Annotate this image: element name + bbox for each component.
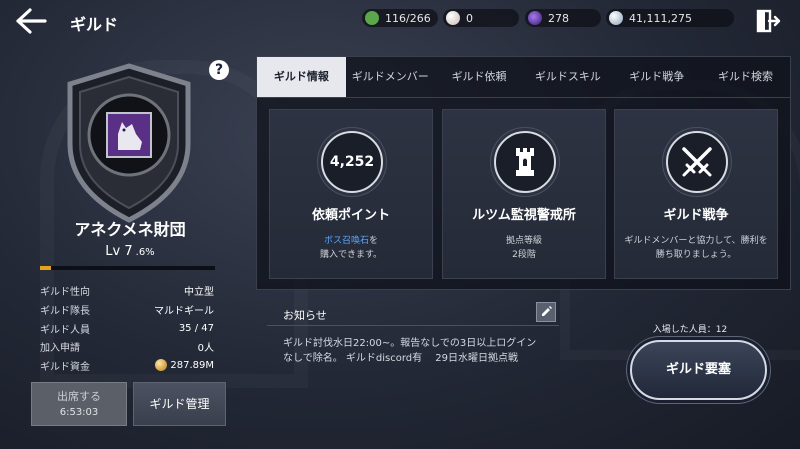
resource-dark-gem: 278 <box>525 9 601 27</box>
tab-bar: ギルド情報 ギルドメンバー ギルド依頼 ギルドスキル ギルド戦争 ギルド検索 <box>257 57 790 98</box>
guild-emblem-shield <box>67 63 191 223</box>
card-desc-line1: 拠点等級 <box>505 236 542 246</box>
pearl-icon <box>446 11 460 25</box>
request-points-circle: 4,252 <box>321 131 383 193</box>
boss-stone-link: ボス召喚石 <box>323 236 369 246</box>
divider <box>267 325 559 326</box>
request-points-card[interactable]: 4,252 依頼ポイント ボス召喚石を 購入できます。 <box>269 109 433 279</box>
gold-coin-icon <box>155 359 168 371</box>
edit-pencil-icon[interactable] <box>536 302 556 322</box>
help-button[interactable]: ? <box>209 60 229 80</box>
info-value: 35 / 47 <box>178 322 214 334</box>
attend-label: 出席する <box>57 390 101 403</box>
guild-exp-bar <box>40 266 215 270</box>
page-title: ギルド <box>70 15 119 34</box>
info-value: 0人 <box>197 342 214 354</box>
funds-value: 287.89M <box>170 359 214 371</box>
resource-stamina: 116/266 <box>362 9 438 27</box>
outpost-circle <box>494 131 556 193</box>
resource-pearl: 0 <box>443 9 519 27</box>
back-arrow-icon[interactable] <box>14 7 48 35</box>
card-desc-line1: ギルドメンバーと協力して、勝利を <box>624 236 768 246</box>
guild-manage-button[interactable]: ギルド管理 <box>133 382 226 426</box>
guild-war-card[interactable]: ギルド戦争 ギルドメンバーと協力して、勝利を 勝ち取りましょう。 <box>614 109 778 279</box>
card-desc-line2: 購入できます。 <box>319 250 383 260</box>
outpost-grade: 2段階 <box>512 250 536 260</box>
info-row-members: ギルド人員 35 / 47 <box>40 319 214 337</box>
outpost-card[interactable]: ルツム監視警戒所 拠点等級 2段階 <box>442 109 606 279</box>
tab-guild-members[interactable]: ギルドメンバー <box>346 57 435 97</box>
tower-icon <box>516 148 534 176</box>
card-desc-text: を <box>369 236 379 246</box>
info-row-applications: 加入申請 0人 <box>40 337 214 355</box>
stamina-icon <box>365 11 379 25</box>
card-title: 依頼ポイント <box>311 208 390 223</box>
info-key: ギルド性向 <box>40 286 90 298</box>
exit-door-icon[interactable] <box>755 9 781 33</box>
guild-level-value: Lv 7 <box>105 244 133 259</box>
info-row-alignment: ギルド性向 中立型 <box>40 281 214 299</box>
tab-guild-war[interactable]: ギルド戦争 <box>612 57 701 97</box>
resource-value: 0 <box>466 11 473 25</box>
guild-exp-fill <box>40 266 51 270</box>
attend-timer: 6:53:03 <box>59 407 99 418</box>
info-row-funds: ギルド資金 287.89M <box>40 356 214 374</box>
notice-line: ギルド討伐水日22:00~。報告なしでの3日以上ログイン <box>283 338 537 349</box>
guild-name: アネクメネ財団 <box>74 220 186 239</box>
notice-body: ギルド討伐水日22:00~。報告なしでの3日以上ログイン なしで除名。 ギルドd… <box>283 336 553 366</box>
info-value: 287.89M <box>155 359 214 371</box>
resource-value: 41,111,275 <box>629 11 692 25</box>
silver-coin-icon <box>609 11 623 25</box>
resource-value: 116/266 <box>385 11 431 25</box>
info-row-leader: ギルド隊長 マルドギール <box>40 300 214 318</box>
info-key: 加入申請 <box>40 342 80 354</box>
card-desc-line1: ボス召喚石を <box>270 233 432 246</box>
guild-fortress-button[interactable]: ギルド要塞 <box>630 340 767 400</box>
resource-value: 278 <box>548 11 569 25</box>
dark-gem-icon <box>528 11 542 25</box>
card-title: ルツム監視警戒所 <box>472 208 576 223</box>
guild-exp-percent: .6% <box>135 247 155 258</box>
notice-line: なしで除名。 ギルドdiscord有 29日水曜日拠点戦 <box>283 353 519 364</box>
guild-info-panel: ギルド情報 ギルドメンバー ギルド依頼 ギルドスキル ギルド戦争 ギルド検索 4… <box>256 56 791 290</box>
info-value: 中立型 <box>184 286 214 298</box>
tab-guild-info[interactable]: ギルド情報 <box>257 57 346 97</box>
info-key: ギルド人員 <box>40 324 90 336</box>
tab-guild-search[interactable]: ギルド検索 <box>701 57 790 97</box>
resource-silver: 41,111,275 <box>606 9 734 27</box>
attend-button[interactable]: 出席する 6:53:03 <box>31 382 127 426</box>
tab-guild-skills[interactable]: ギルドスキル <box>523 57 612 97</box>
card-desc-line2: 勝ち取りましょう。 <box>655 250 737 260</box>
card-title: ギルド戦争 <box>663 208 729 223</box>
info-value: マルドギール <box>154 305 214 317</box>
info-key: ギルド隊長 <box>40 305 90 317</box>
info-key: ギルド資金 <box>40 361 90 373</box>
guild-war-circle <box>666 131 728 193</box>
crossed-swords-icon <box>682 147 712 177</box>
request-points-value: 4,252 <box>329 154 375 170</box>
entered-members-count: 入場した人員：12 <box>652 325 728 335</box>
guild-level: Lv 7.6% <box>30 244 230 259</box>
notice-title: お知らせ <box>283 309 327 322</box>
tab-guild-requests[interactable]: ギルド依頼 <box>435 57 524 97</box>
